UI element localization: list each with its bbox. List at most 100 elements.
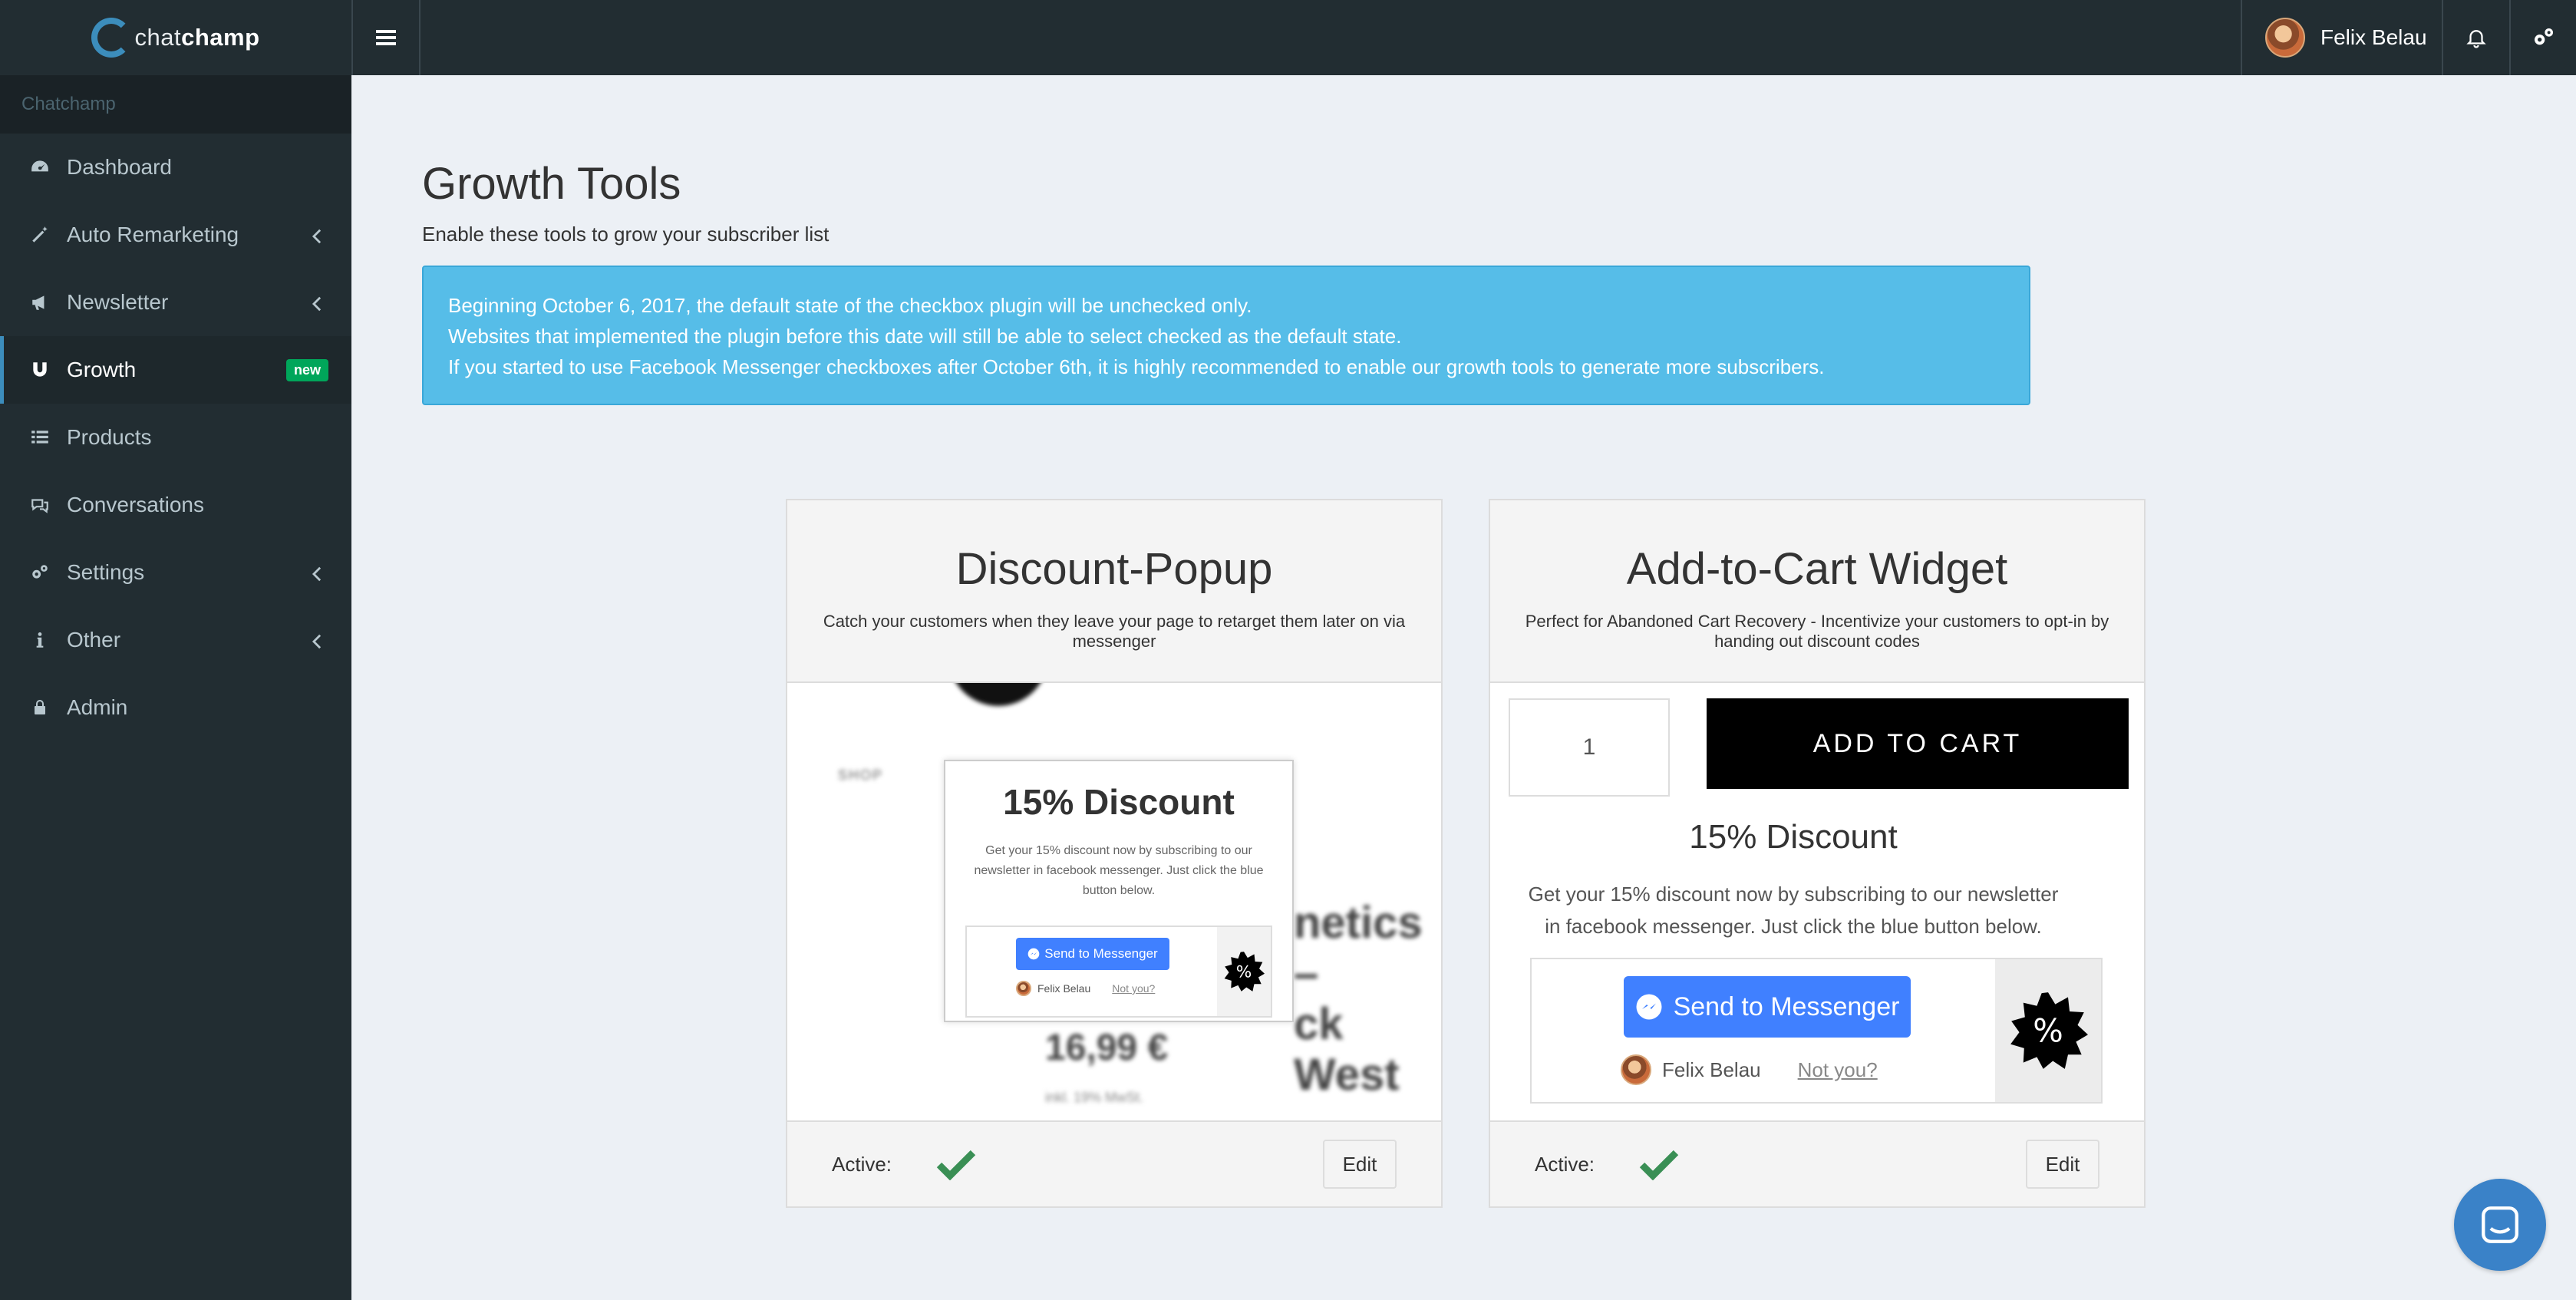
card-description: Catch your customers when they leave you… bbox=[823, 612, 1406, 651]
avatar bbox=[1016, 981, 1031, 996]
sidebar-item-newsletter[interactable]: Newsletter bbox=[0, 269, 351, 336]
sidebar-item-products[interactable]: Products bbox=[0, 404, 351, 471]
hamburger-icon bbox=[376, 27, 396, 48]
check-icon bbox=[936, 1150, 976, 1180]
plugin-user: Felix Belau Not you? bbox=[1621, 1054, 1878, 1085]
sidebar-item-growth[interactable]: Growth new bbox=[0, 336, 351, 404]
card-title: Add-to-Cart Widget bbox=[1626, 544, 2008, 594]
bullhorn-icon bbox=[28, 291, 51, 314]
not-you-link: Not you? bbox=[1797, 1057, 1878, 1081]
card-description: Perfect for Abandoned Cart Recovery - In… bbox=[1525, 612, 2109, 651]
send-to-messenger-button: Send to Messenger bbox=[1624, 976, 1911, 1038]
chat-launcher-button[interactable] bbox=[2454, 1179, 2546, 1271]
sidebar-item-conversations[interactable]: Conversations bbox=[0, 471, 351, 539]
callout-line: Beginning October 6, 2017, the default s… bbox=[448, 294, 1252, 317]
messenger-plugin-preview: Send to Messenger Felix Belau Not you? % bbox=[1530, 958, 2103, 1104]
popup-preview: SHOP netics – ck West 16,99 € inkl. 19% M… bbox=[787, 683, 1441, 1122]
sidebar-item-label: Conversations bbox=[67, 493, 204, 516]
page-subtitle: Enable these tools to grow your subscrib… bbox=[422, 223, 830, 246]
discount-popup-preview: 15% Discount Get your 15% discount now b… bbox=[944, 760, 1294, 1022]
chatchamp-logo-icon bbox=[91, 18, 132, 58]
active-label: Active: bbox=[832, 1152, 892, 1176]
sidebar: Chatchamp Dashboard Auto Remarketing New… bbox=[0, 75, 351, 1300]
magic-wand-icon bbox=[28, 223, 51, 246]
sidebar-item-label: Dashboard bbox=[67, 155, 172, 179]
add-to-cart-button: ADD TO CART bbox=[1707, 698, 2129, 789]
active-label: Active: bbox=[1535, 1152, 1595, 1176]
user-name: Felix Belau bbox=[2320, 25, 2427, 49]
percent-seal-icon: % bbox=[1224, 952, 1265, 991]
popup-title: 15% Discount bbox=[1003, 782, 1235, 822]
logo-text-prefix: chat bbox=[134, 24, 182, 51]
chevron-left-icon bbox=[312, 563, 322, 588]
sidebar-item-auto-remarketing[interactable]: Auto Remarketing bbox=[0, 201, 351, 269]
sidebar-item-label: Other bbox=[67, 628, 121, 652]
button-label: Send to Messenger bbox=[1673, 991, 1900, 1021]
sidebar-item-dashboard[interactable]: Dashboard bbox=[0, 134, 351, 201]
card-footer: Active: Edit bbox=[1490, 1120, 2144, 1206]
sidebar-item-other[interactable]: Other bbox=[0, 606, 351, 674]
edit-button[interactable]: Edit bbox=[2026, 1140, 2099, 1189]
not-you-link: Not you? bbox=[1112, 982, 1156, 995]
bg-title-line: ck West bbox=[1294, 999, 1400, 1100]
card-title: Discount-Popup bbox=[955, 544, 1273, 594]
logo[interactable]: chatchamp bbox=[0, 0, 351, 75]
main-content: Growth Tools Enable these tools to grow … bbox=[351, 75, 2576, 1300]
logo-text-brand: champ bbox=[181, 24, 260, 51]
callout-line: Websites that implemented the plugin bef… bbox=[448, 325, 1402, 348]
sidebar-item-label: Admin bbox=[67, 695, 128, 719]
notifications-button[interactable] bbox=[2442, 0, 2509, 75]
top-navbar: chatchamp Felix Belau bbox=[0, 0, 2576, 75]
sidebar-item-settings[interactable]: Settings bbox=[0, 539, 351, 606]
edit-button[interactable]: Edit bbox=[1323, 1140, 1397, 1189]
add-to-cart-preview: 1 ADD TO CART 15% Discount Get your 15% … bbox=[1490, 683, 2144, 1122]
bell-icon bbox=[2466, 30, 2486, 48]
quantity-field: 1 bbox=[1509, 698, 1670, 797]
messenger-icon bbox=[1027, 948, 1040, 960]
callout-line: If you started to use Facebook Messenger… bbox=[448, 355, 1825, 378]
comments-icon bbox=[28, 493, 51, 516]
percent-seal-icon: % bbox=[2010, 992, 2088, 1069]
chevron-left-icon bbox=[312, 293, 322, 318]
user-menu[interactable]: Felix Belau bbox=[2241, 0, 2442, 75]
chevron-left-icon bbox=[312, 631, 322, 655]
bg-nav-text: SHOP bbox=[838, 767, 884, 783]
messenger-plugin-preview: Send to Messenger Felix Belau Not you? % bbox=[965, 926, 1272, 1018]
new-badge: new bbox=[285, 359, 328, 381]
sidebar-section-label: Chatchamp bbox=[0, 75, 351, 134]
bg-small-text: inkl. 19% MwSt. bbox=[1045, 1090, 1144, 1105]
card-header: Add-to-Cart Widget Perfect for Abandoned… bbox=[1490, 500, 2144, 683]
card-header: Discount-Popup Catch your customers when… bbox=[787, 500, 1441, 683]
page-title: Growth Tools bbox=[422, 159, 681, 209]
svg-text:%: % bbox=[1236, 963, 1252, 982]
plugin-user: Felix Belau Not you? bbox=[1016, 981, 1155, 996]
discount-text: Get your 15% discount now by subscribing… bbox=[1528, 883, 2059, 938]
chevron-left-icon bbox=[312, 226, 322, 250]
sidebar-item-label: Newsletter bbox=[67, 290, 169, 314]
sidebar-toggle-button[interactable] bbox=[351, 0, 421, 75]
control-sidebar-button[interactable] bbox=[2509, 0, 2576, 75]
popup-text: Get your 15% discount now by subscribing… bbox=[974, 844, 1264, 897]
send-to-messenger-button: Send to Messenger bbox=[1016, 938, 1169, 970]
gears-icon bbox=[28, 561, 51, 584]
magnet-icon bbox=[28, 358, 51, 381]
info-icon bbox=[28, 629, 51, 652]
sidebar-item-admin[interactable]: Admin bbox=[0, 674, 351, 741]
list-icon bbox=[28, 426, 51, 449]
sidebar-item-label: Auto Remarketing bbox=[67, 223, 239, 246]
button-label: Send to Messenger bbox=[1044, 946, 1158, 961]
svg-text:%: % bbox=[2033, 1012, 2063, 1050]
avatar bbox=[1621, 1054, 1651, 1085]
plugin-user-name: Felix Belau bbox=[1037, 982, 1091, 995]
sidebar-item-label: Products bbox=[67, 425, 152, 449]
sidebar-item-label: Settings bbox=[67, 560, 145, 584]
discount-popup-card: Discount-Popup Catch your customers when… bbox=[786, 499, 1443, 1208]
gears-icon bbox=[2534, 28, 2553, 45]
bg-title-line: netics – bbox=[1294, 898, 1423, 998]
bg-price: 16,99 € bbox=[1045, 1028, 1169, 1068]
check-icon bbox=[1639, 1150, 1679, 1180]
discount-title: 15% Discount bbox=[1689, 818, 1898, 856]
messenger-icon bbox=[1636, 994, 1662, 1020]
add-to-cart-widget-card: Add-to-Cart Widget Perfect for Abandoned… bbox=[1489, 499, 2146, 1208]
info-callout: Beginning October 6, 2017, the default s… bbox=[422, 266, 2030, 405]
